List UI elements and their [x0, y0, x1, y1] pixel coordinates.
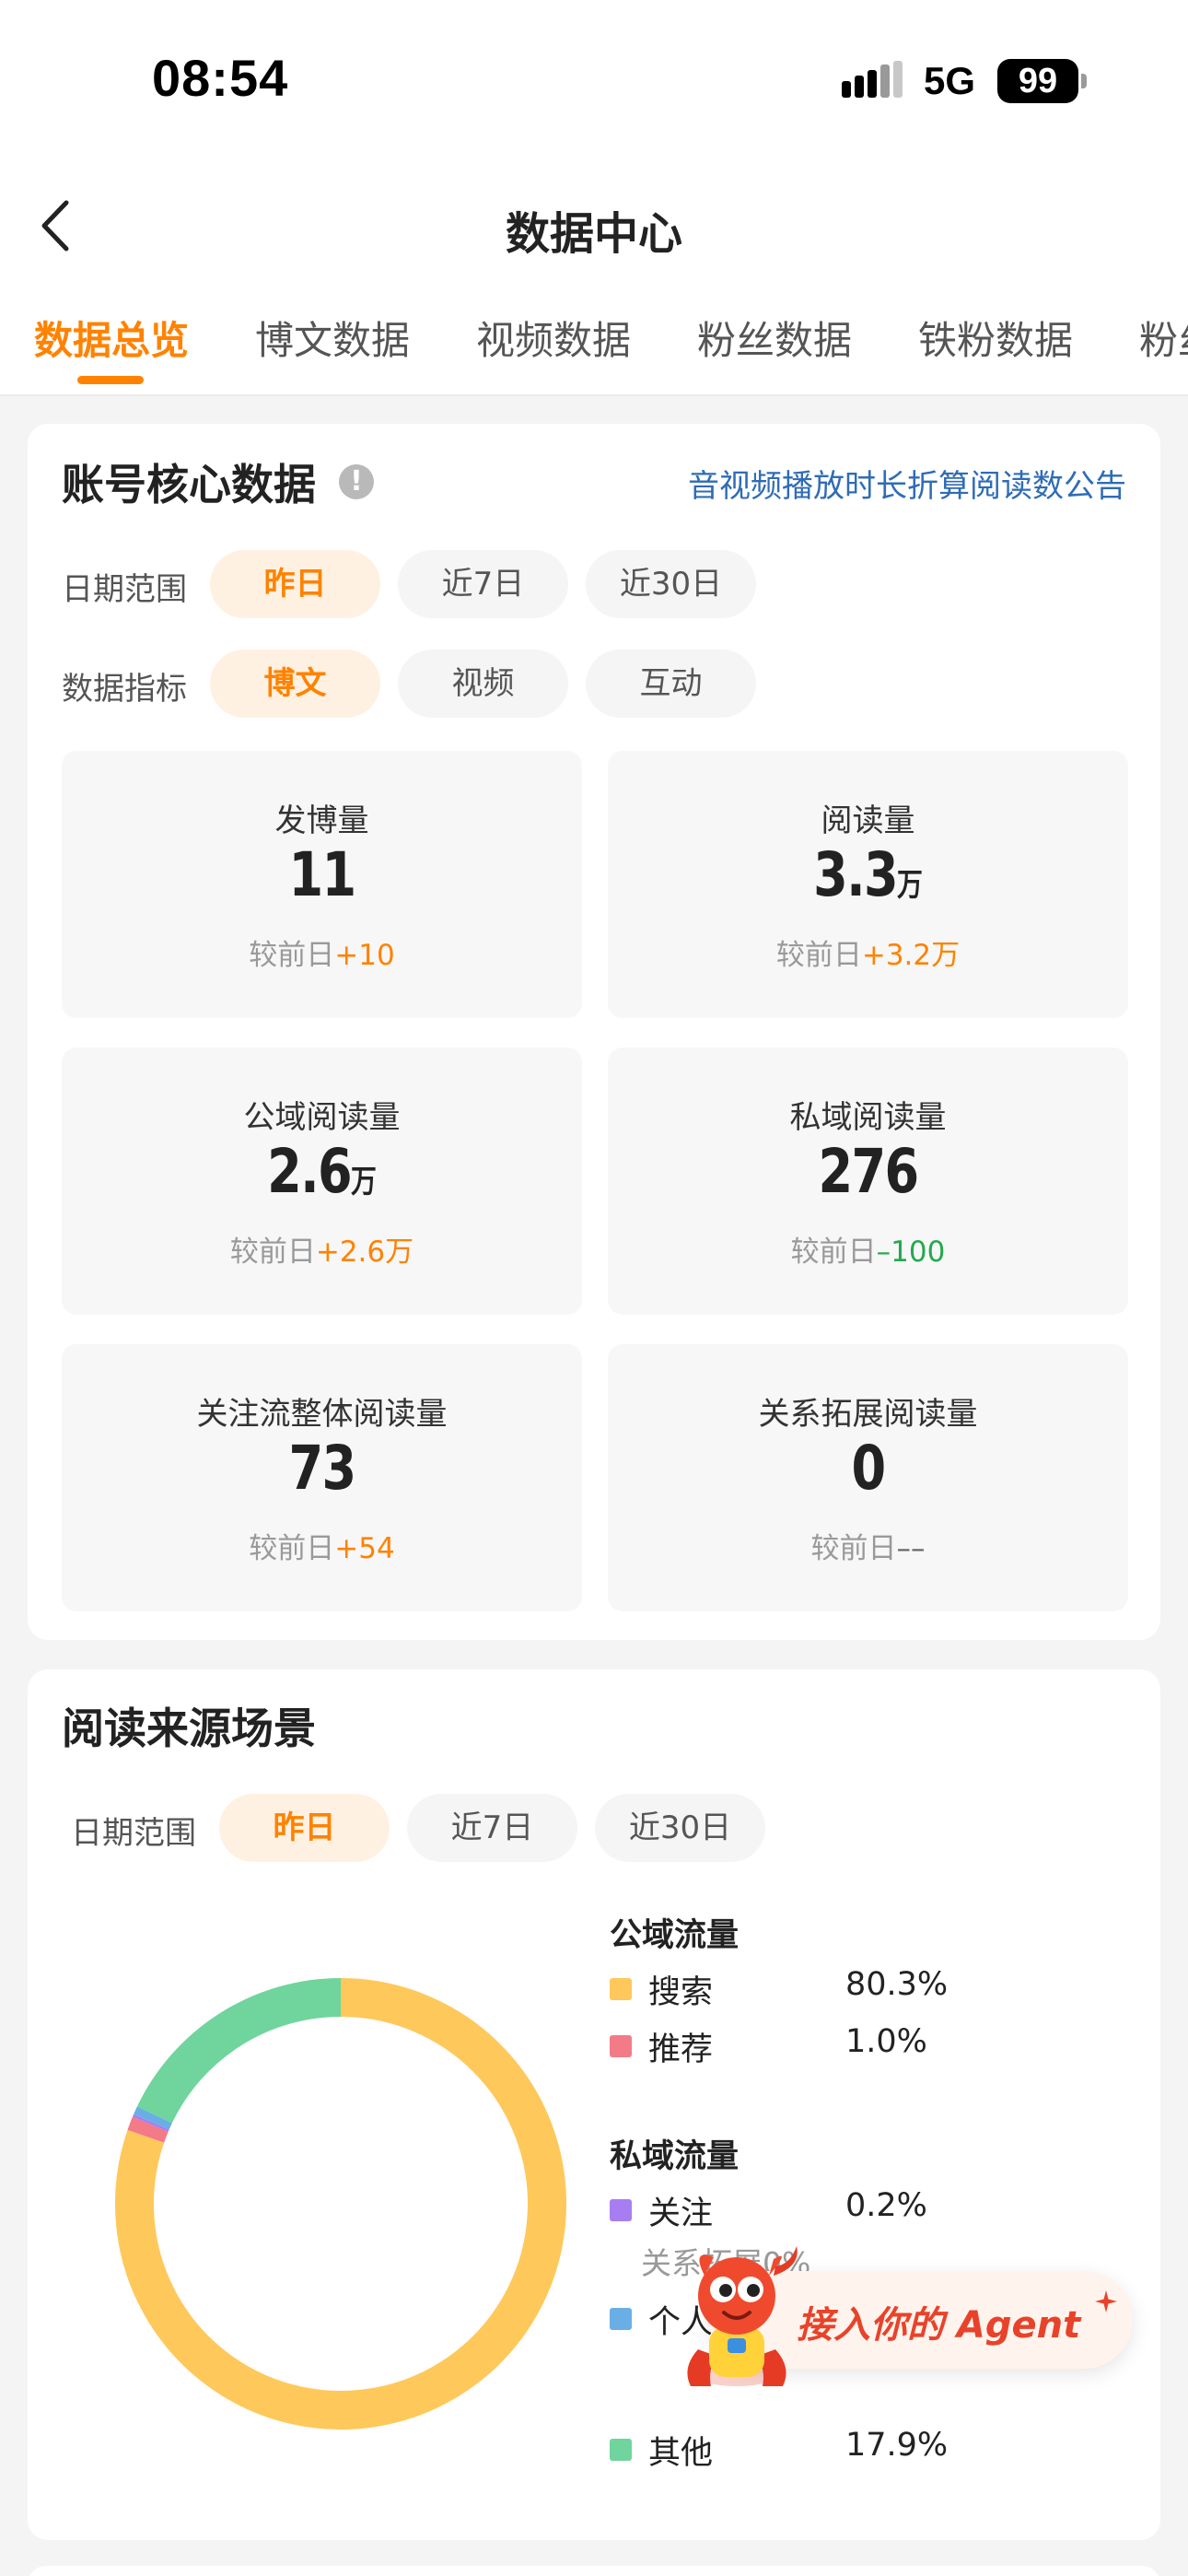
reading-source-title: 阅读来源场景	[62, 1704, 316, 1753]
stat-label: 关系拓展阅读量	[758, 1396, 978, 1433]
stat-value: 3.3万	[813, 839, 923, 910]
stat-label: 公域阅读量	[243, 1099, 401, 1136]
date-range-label: 日期范围	[62, 571, 187, 608]
donut-slice-其他	[136, 1978, 342, 2124]
legend-name: 其他	[648, 2435, 714, 2472]
stat-label: 私域阅读量	[789, 1099, 947, 1136]
stat-posts[interactable]: 发博量 11 较前日+10	[62, 751, 582, 1018]
status-time: 08:54	[152, 49, 289, 107]
metric-label: 数据指标	[62, 671, 187, 708]
date-30days-pill[interactable]: 近30日	[586, 550, 756, 618]
tab-fans[interactable]: 粉丝数据	[697, 310, 852, 366]
stat-compare: 较前日+54	[249, 1532, 395, 1565]
legend-name: 推荐	[648, 2032, 714, 2068]
reading-source-donut-chart	[115, 1978, 566, 2430]
agent-entry-label: 接入你的 Agent	[797, 2304, 1081, 2347]
date-yesterday-pill[interactable]: 昨日	[210, 550, 380, 618]
legend-swatch	[610, 2308, 632, 2330]
stat-value: 276	[818, 1136, 919, 1207]
source-date-label: 日期范围	[71, 1815, 196, 1852]
tab-fans-more[interactable]: 粉丝	[1139, 310, 1188, 366]
stat-label: 发博量	[274, 802, 369, 839]
stat-value: 2.6万	[267, 1136, 377, 1207]
battery-icon: 99	[997, 59, 1078, 103]
stat-value: 0	[851, 1433, 886, 1504]
source-date-yesterday-pill[interactable]: 昨日	[219, 1794, 390, 1862]
legend-swatch	[610, 2439, 632, 2461]
tab-overview[interactable]: 数据总览	[34, 310, 189, 366]
tab-active-indicator	[77, 376, 144, 384]
tab-bar: 数据总览 博文数据 视频数据 粉丝数据 铁粉数据 粉丝	[0, 295, 1188, 396]
legend-public-heading: 公域流量	[610, 1917, 740, 1954]
legend-item-recommend: 推荐 1.0%	[610, 2023, 996, 2069]
stat-public-reads[interactable]: 公域阅读量 2.6万 较前日+2.6万	[62, 1048, 582, 1315]
signal-icon	[842, 61, 906, 101]
metric-posts-pill[interactable]: 博文	[210, 650, 380, 718]
date-7days-pill[interactable]: 近7日	[398, 550, 568, 618]
stat-compare: 较前日+3.2万	[775, 939, 961, 972]
stat-value: 73	[288, 1433, 356, 1504]
legend-percent: 0.2%	[845, 2187, 927, 2224]
tab-videos[interactable]: 视频数据	[476, 310, 631, 366]
legend-name: 搜索	[648, 1974, 714, 2011]
status-bar: 08:54 5G 99	[0, 0, 1188, 157]
stat-label: 阅读量	[821, 802, 915, 839]
stat-reads[interactable]: 阅读量 3.3万 较前日+3.2万	[608, 751, 1128, 1018]
legend-swatch	[610, 2035, 632, 2057]
metric-video-pill[interactable]: 视频	[398, 650, 568, 718]
legend-percent: 80.3%	[845, 1966, 949, 2003]
legend-swatch	[610, 2199, 632, 2221]
stat-compare: 较前日+10	[249, 939, 395, 972]
network-label: 5G	[924, 59, 976, 102]
page-title: 数据中心	[505, 208, 682, 260]
stat-label: 关注流整体阅读量	[196, 1396, 448, 1433]
stat-compare: 较前日+2.6万	[229, 1235, 414, 1269]
stat-value: 11	[288, 839, 356, 910]
reading-source-card: 阅读来源场景 日期范围 昨日 近7日 近30日 公域流量 搜索 80.3% 推荐…	[28, 1669, 1160, 2540]
legend-swatch	[610, 1978, 632, 2000]
legend-private-heading: 私域流量	[610, 2138, 740, 2175]
notice-link[interactable]: 音视频播放时长折算阅读数公告	[688, 461, 1126, 506]
legend-percent: 17.9%	[845, 2427, 949, 2464]
donut-slice-关注	[132, 2113, 169, 2132]
core-data-card: 账号核心数据 ! 音视频播放时长折算阅读数公告 日期范围 昨日 近7日 近30日…	[28, 424, 1160, 1640]
tab-posts[interactable]: 博文数据	[255, 310, 410, 366]
source-date-7days-pill[interactable]: 近7日	[407, 1794, 577, 1862]
next-card	[28, 2566, 1160, 2576]
info-icon[interactable]: !	[339, 464, 374, 499]
legend-item-search: 搜索 80.3%	[610, 1966, 996, 2012]
stat-compare: 较前日–100	[790, 1235, 946, 1269]
metric-interaction-pill[interactable]: 互动	[586, 650, 756, 718]
legend-item-other: 其他 17.9%	[610, 2427, 996, 2473]
donut-slice-个人	[134, 2106, 172, 2130]
stat-private-reads[interactable]: 私域阅读量 276 较前日–100	[608, 1048, 1128, 1315]
stat-compare: 较前日––	[810, 1532, 926, 1565]
stat-follow-feed-reads[interactable]: 关注流整体阅读量 73 较前日+54	[62, 1344, 582, 1611]
legend-item-follow: 关注 0.2%	[610, 2187, 996, 2233]
donut-slice-推荐	[127, 2116, 169, 2143]
battery-tip	[1081, 74, 1087, 88]
sparkle-icon	[1095, 2290, 1117, 2313]
legend-name: 关注	[648, 2195, 714, 2232]
tab-iron-fans[interactable]: 铁粉数据	[918, 310, 1073, 366]
source-date-30days-pill[interactable]: 近30日	[595, 1794, 765, 1862]
agent-mascot-icon[interactable]	[663, 2239, 810, 2395]
stat-relation-reads[interactable]: 关系拓展阅读量 0 较前日––	[608, 1344, 1128, 1611]
legend-percent: 1.0%	[845, 2023, 927, 2060]
core-data-title: 账号核心数据	[62, 460, 316, 509]
nav-header: 数据中心	[0, 157, 1188, 295]
